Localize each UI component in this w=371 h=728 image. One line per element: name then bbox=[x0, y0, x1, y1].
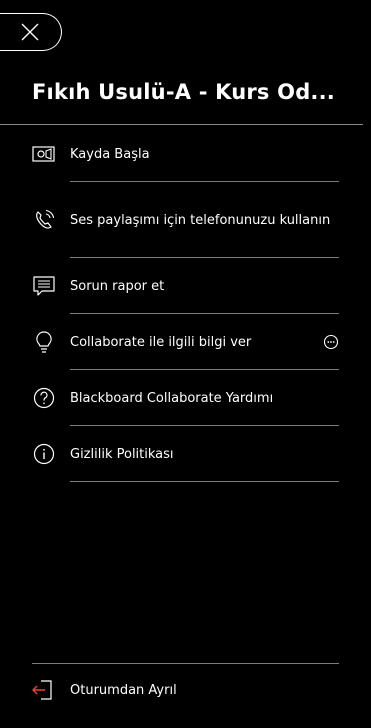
info-icon bbox=[32, 442, 56, 466]
menu-item-label: Ses paylaşımı için telefonunuzu kullanın bbox=[70, 212, 331, 228]
leave-session-icon bbox=[32, 678, 56, 702]
menu-item-label: Blackboard Collaborate Yardımı bbox=[70, 390, 274, 406]
leave-session-button[interactable]: Oturumdan Ayrıl bbox=[32, 678, 339, 702]
divider bbox=[70, 481, 339, 482]
report-issue-icon bbox=[32, 274, 56, 298]
more-options-icon[interactable] bbox=[323, 334, 339, 350]
menu-item-report-issue[interactable]: Sorun rapor et bbox=[32, 258, 339, 314]
menu-item-label: Sorun rapor et bbox=[70, 278, 165, 294]
menu-item-label: Collaborate ile ilgili bilgi ver bbox=[70, 334, 252, 350]
title-divider bbox=[0, 124, 363, 125]
close-button[interactable] bbox=[0, 13, 62, 51]
options-menu: Kayda Başla Ses paylaşımı için telefonun… bbox=[32, 126, 339, 482]
menu-item-feedback[interactable]: Collaborate ile ilgili bilgi ver bbox=[32, 314, 339, 370]
menu-item-help[interactable]: Blackboard Collaborate Yardımı bbox=[32, 370, 339, 426]
page-title: Fıkıh Usulü-A - Kurs Od... bbox=[32, 80, 335, 104]
menu-item-privacy[interactable]: Gizlilik Politikası bbox=[32, 426, 339, 482]
leave-session-label: Oturumdan Ayrıl bbox=[70, 682, 177, 698]
footer-divider bbox=[32, 663, 339, 664]
lightbulb-icon bbox=[32, 330, 56, 354]
phone-icon bbox=[32, 208, 56, 232]
close-icon bbox=[21, 23, 38, 41]
menu-item-start-recording[interactable]: Kayda Başla bbox=[32, 126, 339, 182]
menu-item-label: Gizlilik Politikası bbox=[70, 446, 174, 462]
menu-item-label: Kayda Başla bbox=[70, 146, 150, 162]
menu-item-phone-audio[interactable]: Ses paylaşımı için telefonunuzu kullanın bbox=[32, 182, 339, 258]
help-icon bbox=[32, 386, 56, 410]
record-camera-icon bbox=[32, 142, 56, 166]
